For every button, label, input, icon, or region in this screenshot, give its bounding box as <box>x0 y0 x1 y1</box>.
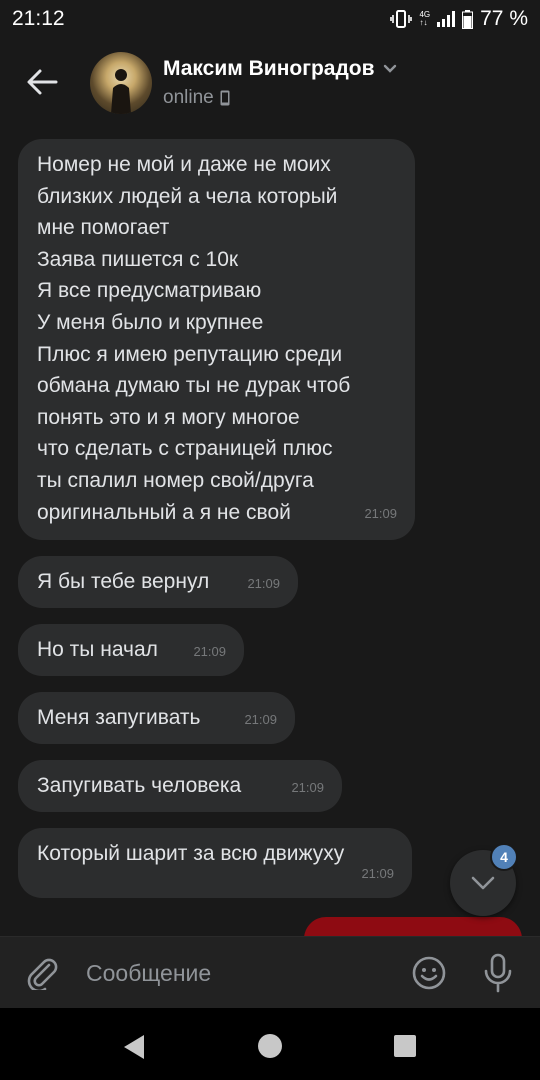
message-time: 21:09 <box>291 780 324 796</box>
chevron-down-icon <box>471 876 495 890</box>
attach-button[interactable] <box>22 953 62 993</box>
message-bubble[interactable]: Но ты начал 21:09 <box>18 624 244 676</box>
message-text: Я бы тебе вернул <box>37 570 210 593</box>
microphone-icon <box>484 953 512 993</box>
message-list[interactable]: Номер не мой и даже не моих близких люде… <box>0 128 540 936</box>
status-text: online <box>163 87 214 108</box>
message-bubble[interactable]: Я бы тебе вернул 21:09 <box>18 556 298 608</box>
message-input[interactable] <box>86 955 386 991</box>
paperclip-icon <box>27 958 58 990</box>
message-bubble[interactable]: Запугивать человека 21:09 <box>18 760 342 812</box>
nav-home-icon[interactable] <box>258 1034 282 1058</box>
message-text: Который шарит за всю движуху <box>37 842 345 865</box>
nav-recent-apps-icon[interactable] <box>394 1035 416 1057</box>
signal-icon <box>437 11 456 27</box>
back-arrow-icon <box>27 69 58 95</box>
status-time: 21:12 <box>12 7 65 30</box>
mobile-phone-icon <box>220 90 230 106</box>
nav-back-icon[interactable] <box>120 1032 150 1062</box>
status-icons: 4G ↑↓ 77 % <box>390 7 528 31</box>
emoji-button[interactable] <box>409 953 449 993</box>
message-time: 21:09 <box>364 506 397 522</box>
message-composer <box>0 936 540 1009</box>
outgoing-message-bubble[interactable] <box>304 917 522 936</box>
avatar[interactable] <box>90 52 152 114</box>
back-button[interactable] <box>22 62 62 102</box>
contact-status: online <box>163 87 230 109</box>
voice-message-button[interactable] <box>478 951 518 995</box>
avatar-silhouette <box>111 69 131 114</box>
contact-name-text: Максим Виноградов <box>163 57 375 80</box>
message-text: Номер не мой и даже не моих близких люде… <box>37 153 351 524</box>
status-bar: 21:12 4G ↑↓ 77 % <box>0 0 540 38</box>
message-text: Меня запугивать <box>37 706 201 729</box>
message-bubble[interactable]: Номер не мой и даже не моих близких люде… <box>18 139 415 540</box>
system-nav-bar <box>0 1008 540 1080</box>
message-time: 21:09 <box>193 644 226 660</box>
message-bubble[interactable]: Который шарит за всю движуху 21:09 <box>18 828 412 898</box>
message-text: Запугивать человека <box>37 774 242 797</box>
vibrate-icon <box>390 10 413 28</box>
unread-count-badge: 4 <box>490 843 518 871</box>
message-time: 21:09 <box>247 576 280 592</box>
contact-name[interactable]: Максим Виноградов <box>163 57 397 81</box>
message-time: 21:09 <box>244 712 277 728</box>
chevron-down-icon <box>383 64 396 73</box>
battery-level: 77 % <box>480 7 528 30</box>
message-bubble[interactable]: Меня запугивать 21:09 <box>18 692 295 744</box>
message-time: 21:09 <box>361 866 394 882</box>
emoji-icon <box>412 956 446 990</box>
battery-icon <box>462 9 474 29</box>
message-text: Но ты начал <box>37 638 158 661</box>
network-type: 4G ↑↓ <box>419 10 431 27</box>
chat-header: Максим Виноградов online <box>0 38 540 128</box>
